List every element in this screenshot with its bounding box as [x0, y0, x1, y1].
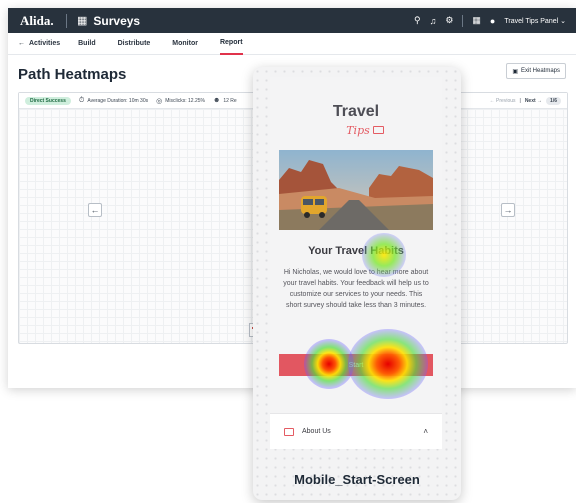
previous-button[interactable]: ← Previous	[490, 98, 516, 104]
header-divider	[462, 14, 464, 27]
tab-report[interactable]: Report	[219, 33, 243, 55]
page-indicator: 1/6	[546, 96, 561, 105]
chevron-up-icon: ˄	[423, 427, 428, 436]
panel-selector[interactable]: Travel Tips Panel ⌄	[504, 17, 566, 25]
misclicks-stat: ◎ Misclicks: 12.25%	[156, 97, 205, 105]
suitcase-icon	[372, 125, 384, 134]
arrow-right-icon: →	[503, 205, 513, 215]
users-icon: ☻	[212, 97, 221, 104]
tab-distribute[interactable]: Distribute	[118, 33, 151, 55]
previous-label: Previous	[496, 97, 516, 104]
top-right-controls: ⚲ ♫ ⚙ ▦ ● Travel Tips Panel ⌄	[414, 14, 576, 27]
respondents-text: 12 Re	[223, 97, 237, 104]
top-bar: Alida. ▦ Surveys ⚲ ♫ ⚙ ▦ ● Travel Tips P…	[8, 8, 576, 33]
screen-name: Mobile_Start-Screen	[294, 472, 420, 487]
sub-navigation: ← Activities Build Distribute Monitor Re…	[8, 33, 576, 55]
alida-logo[interactable]: Alida.	[8, 13, 58, 29]
bell-icon[interactable]: ♫	[430, 16, 437, 26]
next-label: Next	[524, 97, 536, 104]
search-icon[interactable]: ⚲	[414, 15, 421, 26]
pagination-divider: |	[519, 97, 521, 104]
gear-icon[interactable]: ⚙	[445, 15, 453, 26]
arrow-left-icon: ←	[18, 40, 25, 47]
misclicks-text: Misclicks: 12.25%	[165, 97, 205, 104]
duration-stat: ⏱ Average Duration: 10m 30s	[79, 97, 148, 105]
status-badge: Direct Success	[25, 96, 71, 105]
respondents-stat: ☻ 12 Re	[213, 97, 237, 104]
panel-name: Travel Tips Panel	[504, 17, 559, 25]
about-us-label: About Us	[302, 428, 331, 435]
exit-icon: ▣	[512, 68, 518, 75]
pagination: ← Previous | Next → 1/6	[490, 96, 567, 105]
target-icon: ◎	[156, 97, 163, 105]
tab-monitor[interactable]: Monitor	[172, 33, 198, 55]
card-title: Your Travel Habits	[308, 245, 404, 257]
travel-tips-logo: Travel Tips	[270, 103, 442, 139]
exit-heatmaps-label: Exit Heatmaps	[520, 68, 560, 74]
tab-build[interactable]: Build	[78, 33, 96, 55]
exit-heatmaps-button[interactable]: ▣ Exit Heatmaps	[506, 63, 566, 79]
mobile-screen: Travel Tips Your Travel Habits Hi Nichol…	[270, 77, 442, 449]
arrow-left-icon: ←	[90, 205, 100, 215]
next-button[interactable]: Next →	[525, 98, 542, 104]
card-body: Hi Nicholas, we would love to hear more …	[283, 269, 429, 309]
product-name: Surveys	[93, 13, 141, 28]
timer-icon: ⏱	[78, 96, 85, 104]
duration-text: Average Duration: 10m 30s	[87, 97, 149, 104]
user-icon[interactable]: ●	[490, 16, 495, 26]
back-to-activities[interactable]: ← Activities	[8, 40, 60, 47]
carousel-prev-button[interactable]: ←	[88, 203, 102, 217]
page-title: Path Heatmaps	[18, 66, 127, 83]
start-button[interactable]: Start	[279, 354, 433, 376]
suitcase-icon	[284, 427, 294, 436]
carousel-next-button[interactable]: →	[501, 203, 515, 217]
back-label: Activities	[29, 40, 61, 47]
chevron-down-icon: ⌄	[560, 17, 566, 25]
hero-image	[279, 150, 433, 230]
about-us-row[interactable]: About Us ˄	[270, 413, 442, 449]
brand-main: Travel	[332, 103, 380, 120]
surveys-icon: ▦	[77, 15, 88, 27]
start-label: Start	[348, 361, 364, 369]
logo-divider	[66, 13, 67, 28]
mobile-heatmap-card: Travel Tips Your Travel Habits Hi Nichol…	[253, 67, 461, 500]
brand-sub: Tips	[346, 124, 370, 137]
apps-grid-icon[interactable]: ▦	[472, 15, 481, 26]
